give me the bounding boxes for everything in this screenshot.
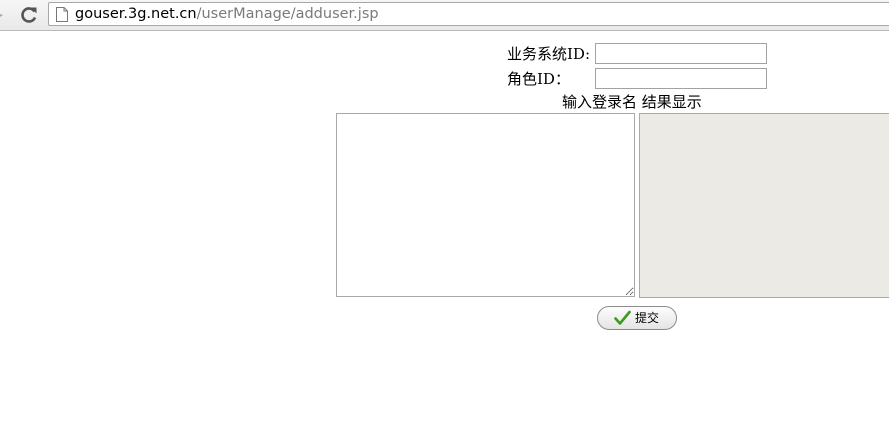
reload-icon[interactable] (19, 5, 39, 25)
result-display (639, 113, 889, 298)
url-text[interactable]: gouser.3g.net.cn/userManage/adduser.jsp (75, 6, 379, 23)
url-host: gouser.3g.net.cn (75, 6, 197, 22)
arrow-right-icon[interactable]: ▸ (0, 7, 10, 23)
submit-label: 提交 (635, 311, 660, 325)
business-id-label: 业务系统ID: (507, 45, 591, 63)
page-content: 业务系统ID: 角色ID： 输入登录名 结果显示 提交 (0, 31, 889, 425)
url-path: /userManage/adduser.jsp (196, 6, 379, 22)
checkmark-icon (614, 310, 631, 326)
browser-toolbar: ▸ gouser.3g.net.cn/userManage/adduser.js… (0, 0, 889, 31)
role-id-input[interactable] (595, 68, 767, 89)
page-icon (56, 7, 68, 22)
address-bar[interactable]: gouser.3g.net.cn/userManage/adduser.jsp (48, 2, 889, 26)
login-names-textarea[interactable] (336, 113, 635, 297)
textarea-caption: 输入登录名 结果显示 (562, 93, 702, 111)
submit-button[interactable]: 提交 (597, 306, 677, 330)
role-id-label: 角色ID： (507, 70, 570, 88)
business-id-input[interactable] (595, 43, 767, 64)
